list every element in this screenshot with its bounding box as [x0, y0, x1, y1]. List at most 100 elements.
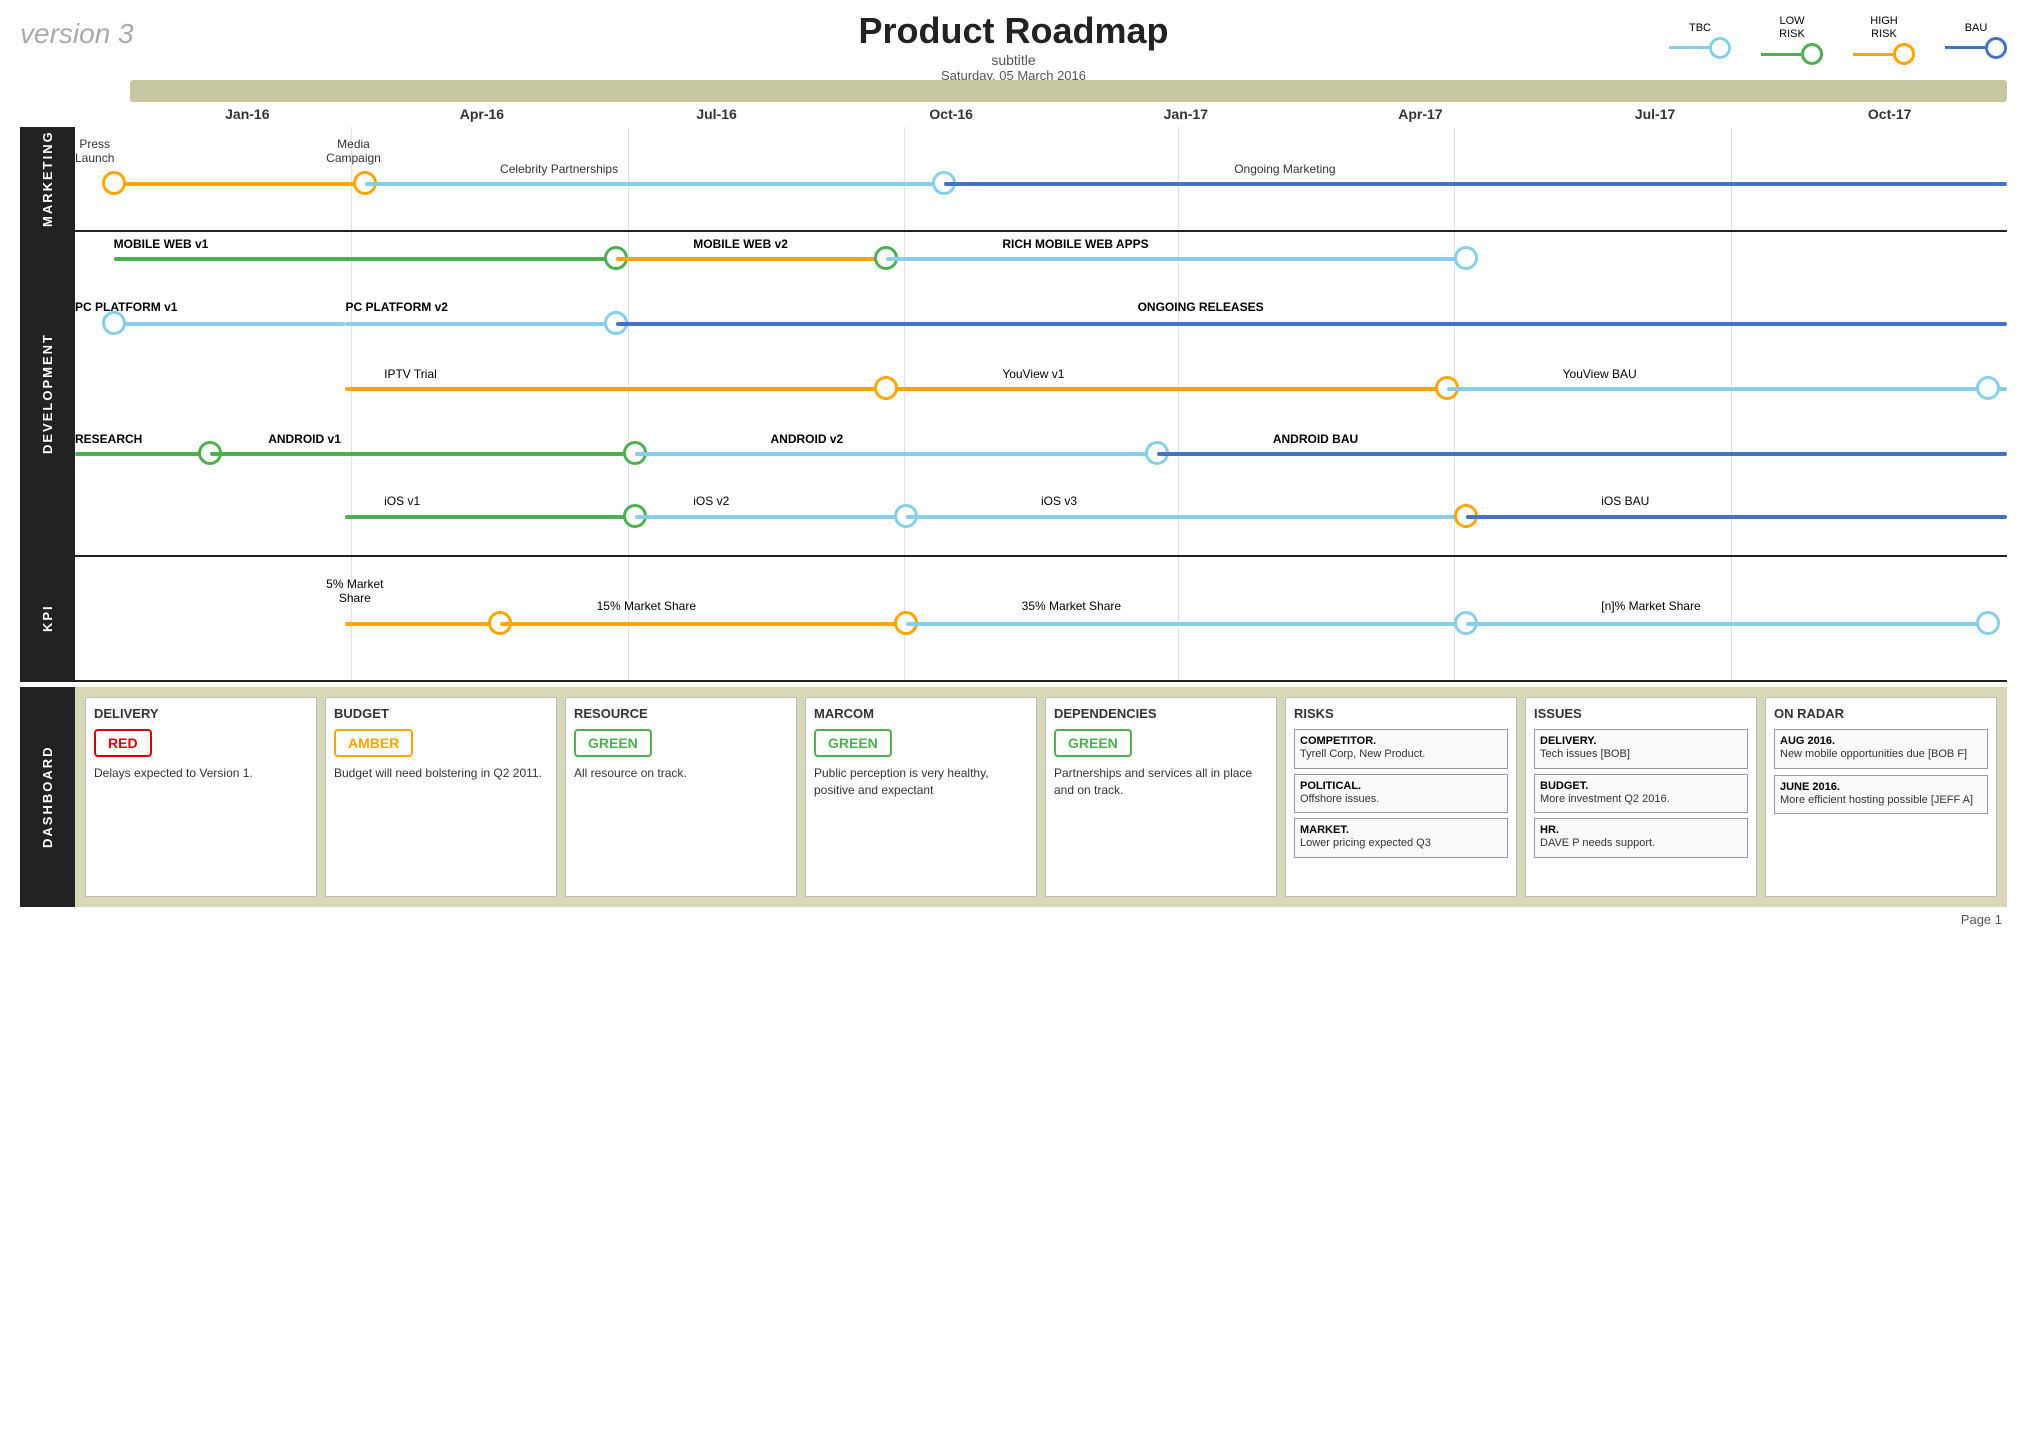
risk-3-label: MARKET.: [1300, 824, 1502, 836]
onradar-item-1: AUG 2016. New mobile opportunities due […: [1774, 729, 1988, 768]
risk-item-3: MARKET. Lower pricing expected Q3: [1294, 818, 1508, 857]
iptv-label-2: YouView v1: [1002, 367, 1064, 381]
press-launch-label: PressLaunch: [75, 137, 114, 165]
dashboard-label: DASHBOARD: [20, 687, 75, 907]
risk-2-label: POLITICAL.: [1300, 780, 1502, 792]
iptv-line-3: [1447, 387, 2007, 391]
page-number: Page 1: [1961, 912, 2002, 927]
android-line-0: [75, 452, 210, 456]
android-v1-label: ANDROID v1: [268, 432, 341, 446]
dashboard-content: DELIVERY RED Delays expected to Version …: [75, 687, 2007, 907]
legend-bau-circle: [1985, 37, 2007, 59]
marketing-content: PressLaunch MediaCampaign Celebrity Part…: [75, 127, 2007, 230]
android-line-3: [1157, 452, 2007, 456]
issue-item-2: BUDGET. More investment Q2 2016.: [1534, 774, 1748, 813]
marketing-line-2: [365, 182, 945, 186]
legend-high-risk-circle: [1893, 43, 1915, 65]
vgrid-5: [1454, 127, 1455, 230]
marcom-status: GREEN: [814, 729, 892, 757]
page-footer: Page 1: [0, 912, 2027, 935]
legend-bau: BAU: [1945, 22, 2007, 59]
dvgrid-1: [351, 232, 352, 555]
onradar-1-date: AUG 2016.: [1780, 735, 1982, 747]
legend-bau-line: [1945, 46, 1985, 49]
risk-item-2: POLITICAL. Offshore issues.: [1294, 774, 1508, 813]
android-bau-label: ANDROID BAU: [1273, 432, 1358, 446]
dvgrid-6: [1731, 232, 1732, 555]
mw-label-1: MOBILE WEB v1: [114, 237, 209, 251]
risk-3-body: Lower pricing expected Q3: [1300, 836, 1502, 851]
issue-item-1: DELIVERY. Tech issues [BOB]: [1534, 729, 1748, 768]
issue-1-label: DELIVERY.: [1540, 735, 1742, 747]
legend-low-risk: LOWRISK: [1761, 15, 1823, 65]
legend-bau-row: [1945, 37, 2007, 59]
header: version 3 Product Roadmap subtitle Satur…: [0, 0, 2027, 70]
marcom-card: MARCOM GREEN Public perception is very h…: [805, 697, 1037, 897]
marcom-title: MARCOM: [814, 706, 1028, 721]
vgrid-3: [904, 127, 905, 230]
pc-label-1: PC PLATFORM v1: [75, 300, 177, 314]
iptv-label-3: YouView BAU: [1563, 367, 1637, 381]
kpi-line-4: [1466, 622, 1988, 626]
vgrid-2: [628, 127, 629, 230]
kpi-label-3: 35% Market Share: [1022, 599, 1121, 613]
mw-line-2: [616, 257, 886, 261]
kpi-section: KPI 5% MarketShare 15% Market Share 35% …: [20, 557, 2007, 682]
legend-low-risk-row: [1761, 43, 1823, 65]
issue-3-label: HR.: [1540, 824, 1742, 836]
pc-label-3: ONGOING RELEASES: [1138, 300, 1264, 314]
celebrity-label: Celebrity Partnerships: [500, 162, 618, 176]
legend-low-risk-label: LOWRISK: [1779, 15, 1805, 41]
legend-tbc: TBC: [1669, 22, 1731, 59]
tl-oct16: Oct-16: [834, 106, 1069, 122]
delivery-body: Delays expected to Version 1.: [94, 765, 308, 782]
tl-jan16: Jan-16: [130, 106, 365, 122]
risks-title: RISKS: [1294, 706, 1508, 721]
ios-v3-label: iOS v3: [1041, 494, 1077, 508]
kvgrid-6: [1731, 557, 1732, 680]
mw-label-3: RICH MOBILE WEB APPS: [1002, 237, 1148, 251]
android-line-2: [635, 452, 1157, 456]
tl-jul16: Jul-16: [599, 106, 834, 122]
kvgrid-4: [1178, 557, 1179, 680]
pc-line-1: [114, 322, 346, 326]
legend: TBC LOWRISK HIGHRISK BAU: [1669, 10, 2007, 65]
budget-card: BUDGET AMBER Budget will need bolstering…: [325, 697, 557, 897]
onradar-1-body: New mobile opportunities due [BOB F]: [1780, 747, 1982, 762]
ios-bau-label: iOS BAU: [1601, 494, 1649, 508]
page-title: Product Roadmap: [858, 10, 1168, 52]
dependencies-title: DEPENDENCIES: [1054, 706, 1268, 721]
issue-2-label: BUDGET.: [1540, 780, 1742, 792]
ongoing-marketing-label: Ongoing Marketing: [1234, 162, 1335, 176]
risk-item-1: COMPETITOR. Tyrell Corp, New Product.: [1294, 729, 1508, 768]
onradar-title: ON RADAR: [1774, 706, 1988, 721]
budget-body: Budget will need bolstering in Q2 2011.: [334, 765, 548, 782]
iptv-ms-1: [874, 376, 898, 400]
vgrid-4: [1178, 127, 1179, 230]
ios-line-3: [906, 515, 1466, 519]
marketing-line-1: [114, 182, 365, 186]
development-section: DEVELOPMENT MOBILE WEB v1 MOBILE WEB v2 …: [20, 232, 2007, 557]
tl-apr17: Apr-17: [1303, 106, 1538, 122]
pc-ms-1: [102, 311, 126, 335]
dependencies-body: Partnerships and services all in place a…: [1054, 765, 1268, 799]
iptv-ms-3: [1976, 376, 2000, 400]
dvgrid-4: [1178, 232, 1179, 555]
marketing-section: MARKETING PressLaunch MediaCampaign Cele…: [20, 127, 2007, 232]
iptv-line-1: [345, 387, 886, 391]
ios-line-2: [635, 515, 905, 519]
legend-high-risk: HIGHRISK: [1853, 15, 1915, 65]
development-label: DEVELOPMENT: [20, 232, 75, 555]
legend-low-risk-line: [1761, 53, 1801, 56]
tl-jul17: Jul-17: [1538, 106, 1773, 122]
risk-2-body: Offshore issues.: [1300, 792, 1502, 807]
tl-apr16: Apr-16: [365, 106, 600, 122]
android-research-label: RESEARCH: [75, 432, 142, 446]
android-v2-label: ANDROID v2: [771, 432, 844, 446]
kpi-label: KPI: [20, 557, 75, 680]
vgrid-6: [1731, 127, 1732, 230]
kpi-label-1: 5% MarketShare: [326, 577, 383, 605]
tl-oct17: Oct-17: [1772, 106, 2007, 122]
resource-body: All resource on track.: [574, 765, 788, 782]
mw-line-3: [886, 257, 1466, 261]
